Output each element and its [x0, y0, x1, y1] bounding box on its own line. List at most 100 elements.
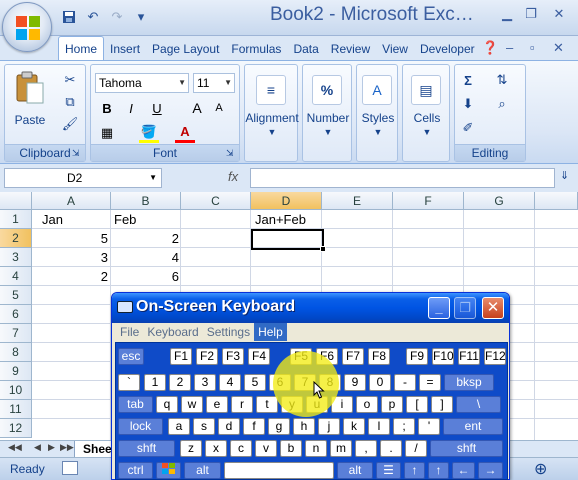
- bold-button[interactable]: B: [97, 98, 117, 118]
- copy-icon[interactable]: ⧉: [61, 93, 79, 111]
- osk-key-f7[interactable]: F7: [342, 348, 364, 365]
- row-header-1[interactable]: 1: [0, 210, 32, 229]
- osk-title-bar[interactable]: On-Screen Keyboard _ ❐ ✕: [112, 293, 509, 323]
- osk-key-tab[interactable]: tab: [118, 396, 153, 413]
- osk-key-minus[interactable]: -: [394, 374, 416, 391]
- styles-group[interactable]: A Styles ▼: [356, 64, 398, 162]
- column-header-e[interactable]: E: [322, 192, 393, 210]
- osk-key-lock[interactable]: lock: [118, 418, 163, 435]
- osk-key-h[interactable]: h: [293, 418, 315, 435]
- tab-review[interactable]: Review: [325, 38, 376, 60]
- row-header-2[interactable]: 2: [0, 229, 32, 248]
- osk-key-m[interactable]: m: [330, 440, 352, 457]
- tab-view[interactable]: View: [376, 38, 414, 60]
- cell-a4[interactable]: 2: [33, 267, 108, 286]
- osk-key-quote[interactable]: ': [418, 418, 440, 435]
- osk-key-p[interactable]: p: [381, 396, 403, 413]
- first-sheet-icon[interactable]: ◀◀: [8, 442, 22, 453]
- active-cell-d2[interactable]: [251, 229, 324, 250]
- format-painter-icon[interactable]: 🖌: [61, 115, 79, 133]
- osk-key-s[interactable]: s: [193, 418, 215, 435]
- font-color-button[interactable]: A: [175, 123, 195, 143]
- borders-icon[interactable]: ▦: [97, 123, 117, 143]
- column-header-c[interactable]: C: [181, 192, 251, 210]
- ribbon-close-icon[interactable]: ✕: [553, 40, 564, 56]
- row-header-4[interactable]: 4: [0, 267, 32, 286]
- osk-key-f11[interactable]: F11: [458, 348, 480, 365]
- osk-key-x[interactable]: x: [205, 440, 227, 457]
- osk-key-z[interactable]: z: [180, 440, 202, 457]
- osk-key-l[interactable]: l: [368, 418, 390, 435]
- osk-key-alt[interactable]: alt: [184, 462, 221, 479]
- osk-key-o[interactable]: o: [356, 396, 378, 413]
- osk-key-win[interactable]: [156, 462, 181, 479]
- grow-font-button[interactable]: A: [187, 98, 207, 118]
- osk-key-f2[interactable]: F2: [196, 348, 218, 365]
- osk-key-t[interactable]: t: [256, 396, 278, 413]
- osk-key-lbracket[interactable]: [: [406, 396, 428, 413]
- osk-key-c[interactable]: c: [230, 440, 252, 457]
- undo-icon[interactable]: ↶: [84, 8, 102, 26]
- tab-home[interactable]: Home: [58, 36, 105, 60]
- select-all-corner[interactable]: [0, 192, 32, 210]
- underline-button[interactable]: U: [147, 98, 167, 118]
- osk-key-q[interactable]: q: [156, 396, 178, 413]
- customize-icon[interactable]: ▾: [132, 8, 150, 26]
- clipboard-launcher-icon[interactable]: ⇲: [72, 148, 82, 158]
- last-sheet-icon[interactable]: ▶▶: [60, 442, 74, 453]
- osk-key-period[interactable]: .: [380, 440, 402, 457]
- row-header-9[interactable]: 9: [0, 362, 32, 381]
- osk-key-f9[interactable]: F9: [406, 348, 428, 365]
- osk-key-f4[interactable]: F4: [248, 348, 270, 365]
- name-box[interactable]: D2 ▼: [4, 168, 162, 188]
- osk-key-5[interactable]: 5: [244, 374, 266, 391]
- osk-key-g[interactable]: g: [268, 418, 290, 435]
- column-header-f[interactable]: F: [393, 192, 464, 210]
- osk-key-semicolon[interactable]: ;: [393, 418, 415, 435]
- row-header-12[interactable]: 12: [0, 419, 32, 438]
- osk-key-left[interactable]: ←: [452, 462, 475, 479]
- tab-insert[interactable]: Insert: [104, 38, 146, 60]
- osk-key-equals[interactable]: =: [419, 374, 441, 391]
- osk-key-3[interactable]: 3: [194, 374, 216, 391]
- next-sheet-icon[interactable]: ▶: [48, 442, 55, 453]
- osk-key-f1[interactable]: F1: [170, 348, 192, 365]
- osk-maximize-icon[interactable]: ❐: [454, 297, 476, 319]
- column-header-a[interactable]: A: [32, 192, 111, 210]
- cells-group[interactable]: ▤ Cells ▼: [402, 64, 450, 162]
- tab-developer[interactable]: Developer: [414, 38, 481, 60]
- osk-key-up[interactable]: ↑: [428, 462, 449, 479]
- fill-handle[interactable]: [320, 246, 326, 252]
- osk-key-f3[interactable]: F3: [222, 348, 244, 365]
- cell-b2[interactable]: 2: [111, 229, 179, 248]
- expand-formula-icon[interactable]: ⇓: [560, 169, 569, 182]
- prev-sheet-icon[interactable]: ◀: [34, 442, 41, 453]
- tab-page-layout[interactable]: Page Layout: [146, 38, 225, 60]
- osk-key-esc[interactable]: esc: [118, 348, 144, 365]
- alignment-group[interactable]: ≡ Alignment ▼: [244, 64, 299, 162]
- osk-close-icon[interactable]: ✕: [482, 297, 504, 319]
- osk-key-up[interactable]: ↑: [404, 462, 425, 479]
- osk-key-shft[interactable]: shft: [430, 440, 503, 457]
- tab-formulas[interactable]: Formulas: [225, 38, 287, 60]
- osk-key-comma[interactable]: ,: [355, 440, 377, 457]
- insert-function-icon[interactable]: fx: [228, 169, 238, 184]
- osk-key-menu[interactable]: ☰: [376, 462, 401, 479]
- osk-key-alt[interactable]: alt: [337, 462, 373, 479]
- osk-key-9[interactable]: 9: [344, 374, 366, 391]
- cell-a2[interactable]: 5: [33, 229, 108, 248]
- osk-key-bksp[interactable]: bksp: [444, 374, 494, 391]
- osk-key-w[interactable]: w: [181, 396, 203, 413]
- osk-key-shft[interactable]: shft: [118, 440, 175, 457]
- clear-icon[interactable]: ✐: [459, 119, 477, 137]
- paste-button[interactable]: Paste: [11, 69, 49, 133]
- osk-key-ctrl[interactable]: ctrl: [118, 462, 153, 479]
- osk-key-4[interactable]: 4: [219, 374, 241, 391]
- osk-key-f8[interactable]: F8: [368, 348, 390, 365]
- help-icon[interactable]: ❓: [482, 40, 498, 56]
- zoom-in-icon[interactable]: ⊕: [534, 459, 547, 479]
- cell-b1[interactable]: Feb: [114, 210, 136, 229]
- find-select-icon[interactable]: ⌕: [493, 95, 511, 113]
- fill-color-icon[interactable]: 🪣: [139, 123, 159, 143]
- row-header-3[interactable]: 3: [0, 248, 32, 267]
